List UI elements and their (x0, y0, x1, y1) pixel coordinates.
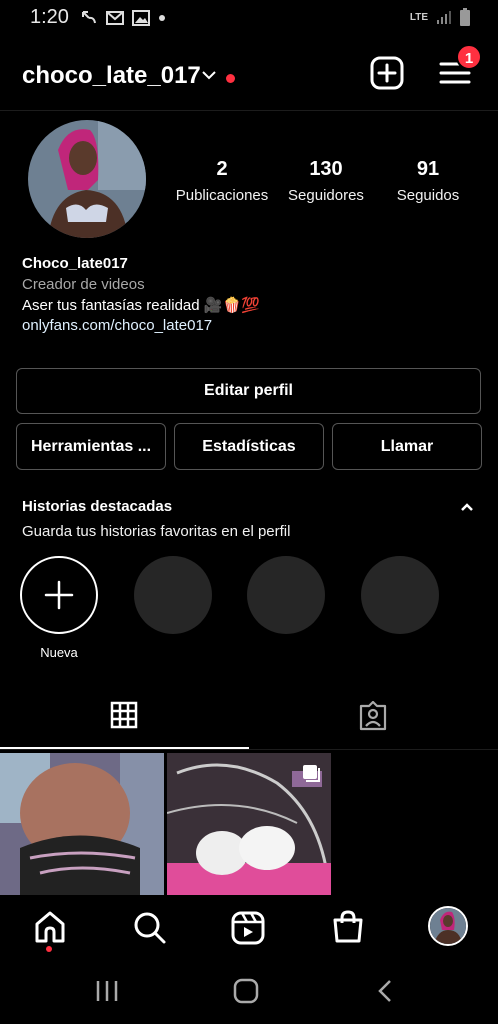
stat-following-count: 91 (416, 158, 440, 180)
create-new-icon[interactable] (370, 56, 404, 90)
system-navigation-bar (0, 958, 498, 1024)
tools-label: Herramientas ... (30, 438, 152, 455)
call-label: Llamar (380, 438, 434, 455)
tagged-icon[interactable] (358, 701, 388, 731)
chevron-down-icon[interactable] (202, 70, 216, 80)
tab-divider (0, 749, 498, 750)
recent-apps-icon[interactable] (94, 978, 120, 1004)
highlight-placeholder (361, 556, 439, 634)
highlights-subtitle: Guarda tus historias favoritas en el per… (22, 523, 291, 540)
stat-followers-count: 130 (309, 158, 343, 180)
status-system-icons: LTE (410, 8, 470, 26)
post-thumbnail[interactable] (167, 753, 331, 895)
highlight-placeholder (134, 556, 212, 634)
shop-icon[interactable] (332, 910, 364, 944)
search-icon[interactable] (133, 911, 167, 945)
battery-icon (460, 8, 470, 26)
profile-avatar[interactable] (28, 120, 146, 238)
status-notification-icons (80, 9, 166, 27)
gallery-icon (132, 10, 150, 26)
edit-profile-label: Editar perfil (204, 382, 293, 399)
new-highlight-label: Nueva (40, 645, 78, 660)
menu-notification-badge: 1 (456, 44, 482, 70)
status-time: 1:20 (30, 6, 69, 28)
home-notification-dot (46, 946, 52, 952)
stat-followers-label: Seguidores (288, 187, 364, 204)
plus-icon (44, 580, 74, 610)
reels-icon[interactable] (231, 911, 265, 945)
chevron-up-icon[interactable] (460, 502, 474, 512)
signal-icon (437, 11, 451, 24)
status-bar: 1:20 LTE (0, 0, 498, 36)
profile-link[interactable]: onlyfans.com/choco_late017 (22, 317, 212, 334)
edit-profile-button[interactable]: Editar perfil (16, 368, 481, 414)
account-notification-dot (226, 74, 235, 83)
stat-following-label: Seguidos (396, 187, 460, 204)
bottom-navigation (0, 896, 498, 958)
highlight-placeholder (247, 556, 325, 634)
more-dot-icon (159, 15, 165, 21)
stat-posts[interactable]: 2 Publicaciones (172, 158, 272, 204)
home-icon[interactable] (33, 910, 67, 944)
profile-nav-avatar[interactable] (428, 906, 468, 946)
post-thumbnail[interactable] (0, 753, 164, 895)
stats-button[interactable]: Estadísticas (174, 423, 324, 470)
multiple-posts-icon (303, 765, 320, 782)
home-button-icon[interactable] (233, 978, 259, 1004)
call-button[interactable]: Llamar (332, 423, 482, 470)
gmail-icon (106, 11, 124, 25)
tools-button[interactable]: Herramientas ... (16, 423, 166, 470)
stats-label: Estadísticas (202, 438, 296, 455)
new-highlight-button[interactable] (20, 556, 98, 634)
profile-category: Creador de videos (22, 276, 145, 293)
header-divider (0, 110, 498, 111)
stat-followers[interactable]: 130 Seguidores (280, 158, 372, 204)
stat-posts-count: 2 (216, 158, 228, 180)
missed-call-icon (82, 11, 96, 24)
highlights-title: Historias destacadas (22, 498, 173, 515)
stat-posts-label: Publicaciones (175, 187, 269, 204)
network-type: LTE (409, 11, 428, 23)
profile-bio: Aser tus fantasías realidad 🎥🍿💯 (22, 297, 260, 314)
grid-icon[interactable] (110, 701, 138, 729)
back-icon[interactable] (374, 978, 396, 1004)
stat-following[interactable]: 91 Seguidos (384, 158, 472, 204)
profile-name: Choco_late017 (22, 255, 128, 272)
profile-username[interactable]: choco_late_017 (22, 62, 201, 90)
